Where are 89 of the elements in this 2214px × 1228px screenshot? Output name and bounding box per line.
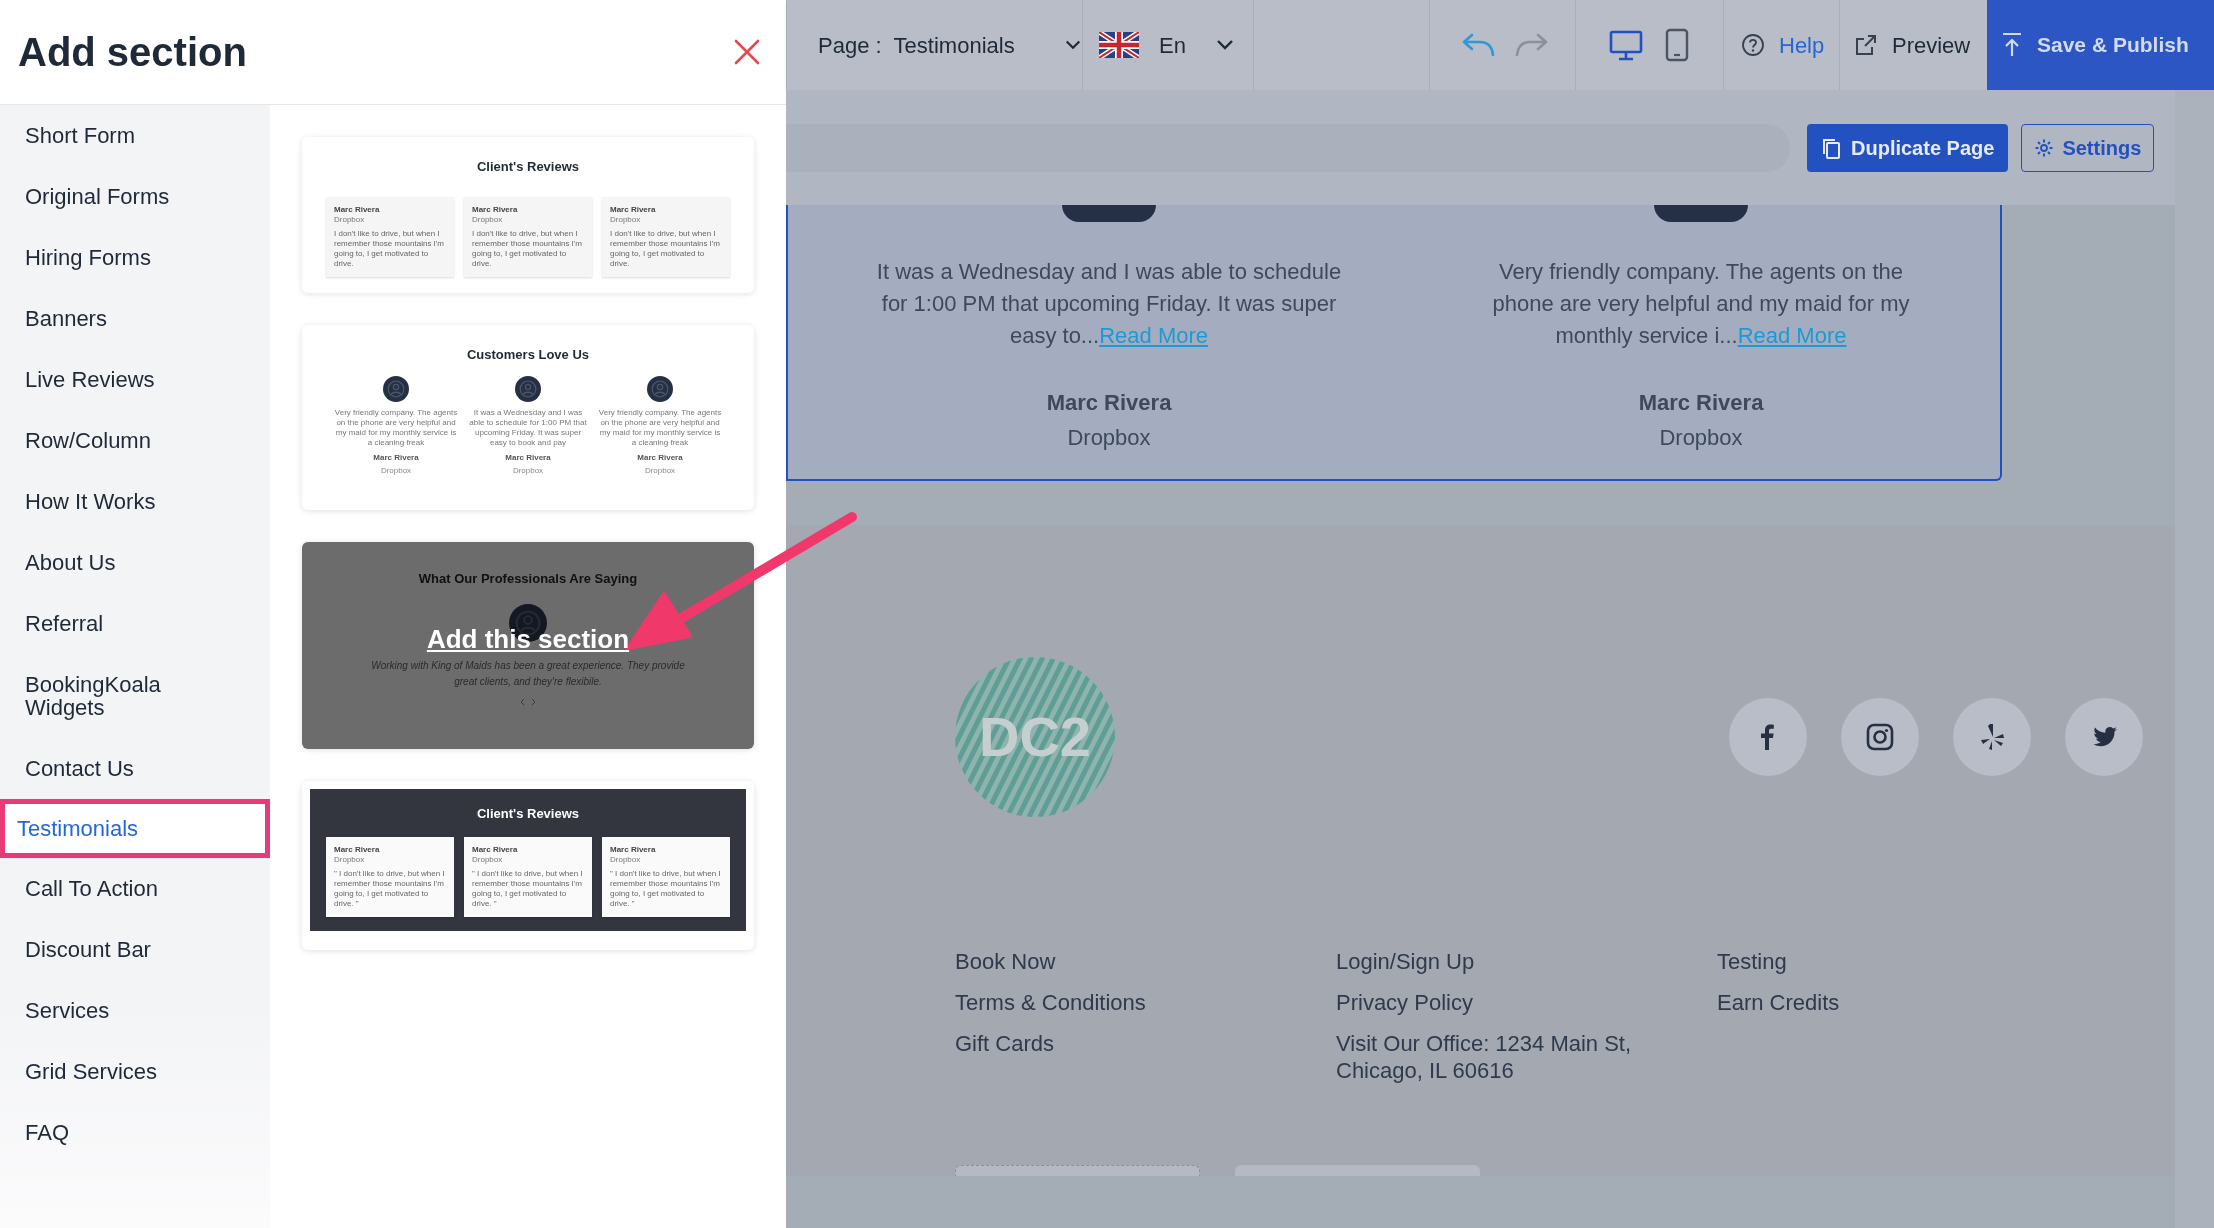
reviewer-company: Dropbox <box>472 214 504 225</box>
category-item[interactable]: How It Works <box>0 471 270 532</box>
testimonial-text: Very friendly company. The agents on the phone are very helpful and my maid for my monthly service i...Read More <box>1491 258 1911 350</box>
category-item[interactable]: Testimonials <box>0 799 270 858</box>
category-item[interactable]: Contact Us <box>0 738 270 799</box>
language-dropdown[interactable]: En <box>1099 28 1235 62</box>
external-link-icon <box>1854 33 1878 57</box>
category-item[interactable]: Grid Services <box>0 1041 270 1102</box>
previous-icon[interactable] <box>519 698 526 706</box>
reviewer-company: Dropbox <box>380 465 412 477</box>
reviewer-company: Dropbox <box>644 465 676 477</box>
footer-link[interactable]: Visit Our Office: 1234 Main St, Chicago, IL 60616 <box>1336 1030 1656 1084</box>
review-text: It was a Wednesday and I was able to schedule for 1:00 PM that upcoming Friday. It was super easy to book and pay <box>468 408 588 448</box>
template-title: Client's Reviews <box>476 158 580 176</box>
reviewer-company: Dropbox <box>334 214 366 225</box>
review-text: Very friendly company. The agents on the phone are very helpful and my maid for my monthly service is a cleaning freak <box>598 408 722 448</box>
category-item[interactable]: Original Forms <box>0 166 270 227</box>
category-item[interactable]: Services <box>0 980 270 1041</box>
close-icon[interactable] <box>734 39 760 65</box>
next-icon[interactable] <box>530 698 537 706</box>
quote-text: Working with King of Maids has been a great experience. They provide great clients, and they're flexibile. <box>370 659 686 689</box>
reviewer-company: Dropbox <box>472 855 504 865</box>
save-publish-button[interactable]: Save & Publish <box>1987 0 2214 90</box>
reviewer-company: Dropbox <box>610 214 642 225</box>
duplicate-page-button[interactable]: Duplicate Page <box>1807 123 2009 172</box>
section-template[interactable] <box>302 780 754 950</box>
flag-icon <box>1099 32 1139 58</box>
reviewer-name: Marc Rivera <box>1046 389 1172 417</box>
reviewer-company: Dropbox <box>512 465 544 477</box>
reviewer-company: Dropbox <box>1659 424 1743 452</box>
desktop-icon[interactable] <box>1609 29 1643 61</box>
review-text: I don't like to drive, but when I remember those mountains I'm going to, I get motivated to drive. <box>610 228 721 269</box>
reviewer-company: Dropbox <box>1067 424 1151 452</box>
reviewer-name: Marc Rivera <box>334 204 381 215</box>
reviewer-name: Marc Rivera <box>637 452 683 464</box>
review-text: I don't like to drive, but when I remember those mountains I'm going to, I get motivated to drive. <box>472 228 583 269</box>
review-text: " I don't like to drive, but when I remember those mountains I'm going to, I get motivated to drive. " <box>334 869 446 909</box>
category-item[interactable]: Row/Column <box>0 410 270 471</box>
page-label: Page : <box>818 31 882 60</box>
category-item[interactable]: About Us <box>0 532 270 593</box>
category-item[interactable]: Hiring Forms <box>0 227 270 288</box>
reviewer-name: Marc Rivera <box>1638 389 1764 417</box>
category-item[interactable]: FAQ <box>0 1102 270 1163</box>
reviewer-name: Marc Rivera <box>334 845 381 855</box>
template-title: Client's Reviews <box>476 804 580 823</box>
page-dropdown[interactable]: Testimonials <box>893 28 1082 62</box>
template-title: What Our Professionals Are Saying <box>418 569 638 588</box>
reviewer-name: Marc Rivera <box>472 845 519 855</box>
reviewer-company: Dropbox <box>610 855 642 865</box>
category-item[interactable]: Banners <box>0 288 270 349</box>
tablet-icon[interactable] <box>1665 28 1689 62</box>
category-item[interactable]: BookingKoala Widgets <box>0 654 270 738</box>
footer-link[interactable]: Gift Cards <box>955 1030 1275 1057</box>
preview-link[interactable]: Preview <box>1854 28 1971 62</box>
review-text: " I don't like to drive, but when I remember those mountains I'm going to, I get motivated to drive. " <box>472 869 584 909</box>
reviewer-name: Marc Rivera <box>610 204 657 215</box>
category-item[interactable]: Referral <box>0 593 270 654</box>
category-item[interactable]: Live Reviews <box>0 349 270 410</box>
category-item[interactable]: Call To Action <box>0 858 270 919</box>
avatar-icon <box>515 376 541 402</box>
copy-icon <box>1821 136 1841 159</box>
upload-icon <box>2001 32 2023 58</box>
footer-link[interactable]: Privacy Policy <box>1336 989 1656 1016</box>
review-text: " I don't like to drive, but when I remember those mountains I'm going to, I get motivated to drive. " <box>610 869 722 909</box>
logo: DC2 <box>955 657 1115 817</box>
gear-icon <box>2034 137 2055 158</box>
reviewer-name: Marc Rivera <box>505 452 551 464</box>
reviewer-name: Marc Rivera <box>472 204 519 215</box>
category-item[interactable]: Short Form <box>0 105 270 166</box>
section-template[interactable] <box>302 324 754 510</box>
reviewer-name: Marc Rivera <box>610 845 657 855</box>
category-item[interactable]: Discount Bar <box>0 919 270 980</box>
section-template[interactable]: What Our Professionals Are Saying Add this section Working with King of Maids has been a great experience. They provide great clients, and they're flexibile. <box>302 541 754 749</box>
footer-link[interactable]: Book Now <box>955 948 1275 975</box>
footer-link[interactable]: Terms & Conditions <box>955 989 1275 1016</box>
footer-link[interactable]: Earn Credits <box>1717 989 2037 1016</box>
reviewer-name: Marc Rivera <box>373 452 419 464</box>
panel-title: Add section <box>18 29 247 76</box>
reviewer-company: Dropbox <box>334 855 366 865</box>
review-text: Very friendly company. The agents on the phone are very helpful and my maid for my monthly service is a cleaning freak <box>334 408 458 448</box>
review-text: I don't like to drive, but when I remember those mountains I'm going to, I get motivated to drive. <box>334 228 445 269</box>
avatar-icon <box>647 376 673 402</box>
template-title: Customers Love Us <box>466 345 590 364</box>
footer-link[interactable]: Login/Sign Up <box>1336 948 1656 975</box>
footer-link[interactable]: Testing <box>1717 948 2037 975</box>
avatar-icon <box>383 376 409 402</box>
add-section-link[interactable]: Add this section <box>426 622 630 656</box>
testimonial-text: It was a Wednesday and I was able to schedule for 1:00 PM that upcoming Friday. It was super easy to...Read More <box>875 258 1343 350</box>
help-icon <box>1741 33 1765 57</box>
